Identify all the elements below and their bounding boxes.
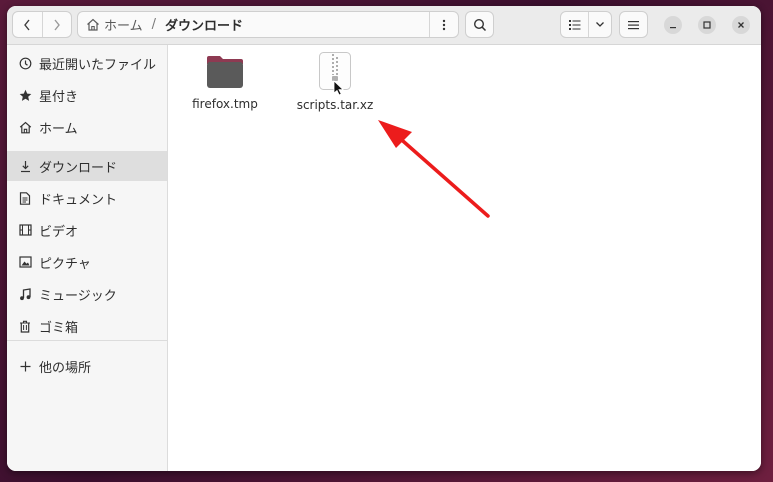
path-menu-button[interactable] <box>429 12 458 37</box>
sidebar-item-downloads[interactable]: ダウンロード <box>7 151 167 181</box>
list-view-icon <box>568 20 581 30</box>
sidebar-item-label: ビデオ <box>39 224 79 240</box>
hamburger-menu-icon <box>628 20 639 29</box>
document-icon <box>18 191 32 205</box>
sidebar-item-music[interactable]: ミュージック <box>7 279 167 309</box>
sidebar-item-recent[interactable]: 最近開いたファイル <box>7 48 167 78</box>
view-toggle-group <box>560 11 612 38</box>
picture-icon <box>18 255 32 269</box>
sidebar-item-videos[interactable]: ビデオ <box>7 215 167 245</box>
sidebar-item-starred[interactable]: 星付き <box>7 80 167 110</box>
sidebar-item-label: 星付き <box>39 89 79 105</box>
download-icon <box>18 159 32 173</box>
close-icon <box>738 22 744 28</box>
plus-icon <box>18 359 32 373</box>
clock-icon <box>18 56 32 70</box>
breadcrumb-current[interactable]: ダウンロード <box>165 15 243 34</box>
video-icon <box>18 223 32 237</box>
folder-icon <box>207 56 243 88</box>
sidebar-item-other-locations[interactable]: 他の場所 <box>7 351 167 381</box>
back-button[interactable] <box>13 12 42 37</box>
sidebar-item-home[interactable]: ホーム <box>7 112 167 142</box>
sidebar-item-label: ドキュメント <box>39 192 118 208</box>
sidebar-item-label: 他の場所 <box>39 360 92 376</box>
list-view-button[interactable] <box>561 12 588 37</box>
home-icon <box>18 120 32 134</box>
kebab-menu-icon <box>442 19 446 30</box>
file-view: firefox.tmp scripts.tar.xz <box>168 45 761 471</box>
chevron-down-icon <box>596 22 605 27</box>
file-name: firefox.tmp <box>192 97 258 111</box>
sidebar-item-label: ミュージック <box>39 288 117 304</box>
sidebar-item-label: 最近開いたファイル <box>39 57 157 73</box>
file-manager-window: ホーム / ダウンロード 最近開いたファイル 星付き ホーム ダウンロード ドキ… <box>7 6 761 471</box>
star-icon <box>18 88 32 102</box>
sidebar-item-trash[interactable]: ゴミ箱 <box>7 311 167 341</box>
main-menu-button[interactable] <box>619 11 648 38</box>
maximize-button[interactable] <box>698 16 716 34</box>
path-bar: ホーム / ダウンロード <box>77 11 459 38</box>
home-icon <box>87 18 99 31</box>
search-button[interactable] <box>465 11 494 38</box>
annotation-arrow <box>378 120 490 218</box>
music-icon <box>18 287 32 301</box>
chevron-left-icon <box>24 19 30 30</box>
breadcrumb-home-label: ホーム <box>104 19 143 34</box>
sidebar-item-documents[interactable]: ドキュメント <box>7 183 167 213</box>
forward-button[interactable] <box>41 12 72 37</box>
sidebar-item-pictures[interactable]: ピクチャ <box>7 247 167 277</box>
sidebar-item-label: ゴミ箱 <box>39 320 79 336</box>
file-name: scripts.tar.xz <box>296 98 374 112</box>
maximize-icon <box>703 21 711 29</box>
sidebar-divider <box>7 340 167 341</box>
mouse-cursor-icon <box>333 80 344 96</box>
sidebar: 最近開いたファイル 星付き ホーム ダウンロード ドキュメント ビデオ ピクチャ <box>7 45 168 471</box>
sidebar-item-label: ダウンロード <box>39 160 118 176</box>
file-item-firefox-tmp[interactable]: firefox.tmp <box>183 54 267 111</box>
navigation-buttons <box>12 11 72 38</box>
breadcrumb-separator: / <box>151 17 157 32</box>
search-icon <box>473 18 486 31</box>
trash-icon <box>18 319 32 333</box>
sidebar-item-label: ホーム <box>39 121 78 137</box>
header-bar: ホーム / ダウンロード <box>7 6 761 45</box>
minimize-button[interactable] <box>664 16 682 34</box>
close-button[interactable] <box>732 16 750 34</box>
minimize-icon <box>670 27 676 29</box>
sidebar-item-label: ピクチャ <box>39 256 91 272</box>
view-options-button[interactable] <box>588 12 611 37</box>
breadcrumb-home[interactable]: ホーム <box>86 15 143 34</box>
chevron-right-icon <box>54 19 60 30</box>
